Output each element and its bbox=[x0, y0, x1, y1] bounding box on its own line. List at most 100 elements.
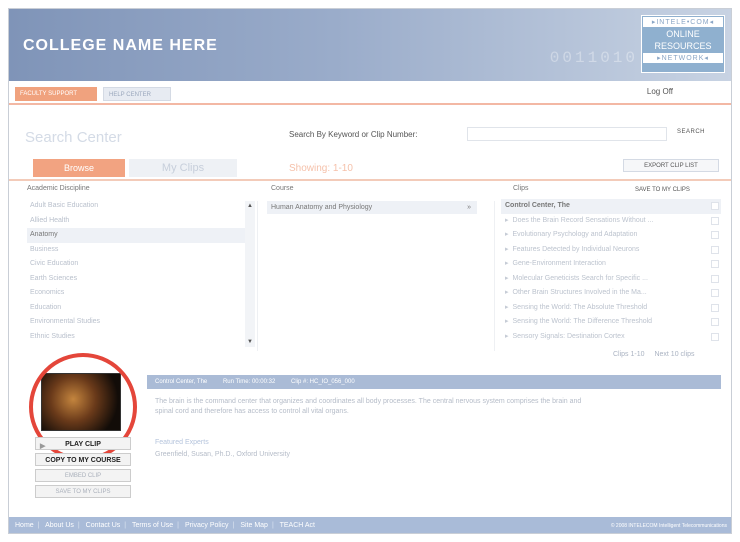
clip-checkbox[interactable] bbox=[711, 332, 719, 341]
clip-label: Sensing the World: The Difference Thresh… bbox=[512, 318, 653, 325]
logo-resources: RESOURCES bbox=[654, 41, 712, 51]
save-to-my-clips-button[interactable]: SAVE TO MY CLIPS bbox=[635, 187, 690, 193]
discipline-header: Academic Discipline bbox=[27, 185, 90, 192]
clip-label: Other Brain Structures Involved in the M… bbox=[512, 289, 647, 296]
search-label: Search By Keyword or Clip Number: bbox=[289, 130, 418, 139]
list-item[interactable]: Ethnic Studies bbox=[27, 330, 245, 345]
featured-experts-label: Featured Experts bbox=[155, 439, 209, 446]
clip-detail-bar: Control Center, The Run Time: 00:00:32 C… bbox=[147, 375, 721, 389]
copy-to-my-course-button[interactable]: COPY TO MY COURSE bbox=[35, 453, 131, 466]
clip-checkbox[interactable] bbox=[711, 274, 719, 283]
clips-header: Clips bbox=[513, 185, 529, 192]
logo-bottom: ▸NETWORK◂ bbox=[643, 53, 723, 63]
play-clip-label: PLAY CLIP bbox=[65, 441, 101, 448]
footer-link-terms[interactable]: Terms of Use bbox=[132, 522, 173, 529]
pager-range: Clips 1-10 bbox=[613, 351, 645, 358]
divider bbox=[9, 179, 731, 181]
tab-help-center[interactable]: HELP CENTER bbox=[103, 87, 171, 101]
list-item[interactable]: Earth Sciences bbox=[27, 272, 245, 287]
list-item[interactable]: Civic Education bbox=[27, 257, 245, 272]
list-item[interactable]: Economics bbox=[27, 286, 245, 301]
discipline-list: Adult Basic Education Allied Health Anat… bbox=[27, 199, 245, 344]
clip-item[interactable]: ▸ Molecular Geneticists Search for Specif… bbox=[501, 272, 721, 287]
clip-item[interactable]: ▸ Features Detected by Individual Neurons bbox=[501, 243, 721, 258]
footer-link-home[interactable]: Home bbox=[15, 522, 34, 529]
footer-link-sitemap[interactable]: Site Map bbox=[240, 522, 268, 529]
list-item-selected[interactable]: Anatomy bbox=[27, 228, 245, 243]
bullet-icon: ▸ bbox=[505, 332, 509, 340]
tab-browse[interactable]: Browse bbox=[33, 159, 125, 177]
list-item[interactable]: Allied Health bbox=[27, 214, 245, 229]
embed-clip-button[interactable]: EMBED CLIP bbox=[35, 469, 131, 482]
clip-checkbox[interactable] bbox=[711, 202, 719, 210]
scroll-up-icon[interactable]: ▲ bbox=[247, 203, 253, 209]
logoff-link[interactable]: Log Off bbox=[647, 87, 673, 96]
tab-my-clips[interactable]: My Clips bbox=[129, 159, 237, 177]
bullet-icon: ▸ bbox=[505, 274, 509, 282]
bullet-icon: ▸ bbox=[505, 289, 509, 296]
clip-description: The brain is the command center that org… bbox=[155, 398, 582, 415]
clip-checkbox[interactable] bbox=[711, 245, 719, 254]
site-footer: Home | About Us | Contact Us | Terms of Use… bbox=[9, 517, 731, 533]
pager: Clips 1-10 Next 10 clips bbox=[613, 351, 695, 358]
export-clip-list-button[interactable]: EXPORT CLIP LIST bbox=[623, 159, 719, 172]
app-frame: 0011010 COLLEGE NAME HERE ▸INTELE•COM◂ O… bbox=[8, 8, 732, 534]
clip-item[interactable]: ▸ Other Brain Structures Involved in the … bbox=[501, 286, 721, 301]
logo-online: ONLINE bbox=[666, 29, 700, 39]
clip-label: Sensory Signals: Destination Cortex bbox=[512, 332, 625, 340]
list-item[interactable]: Environmental Studies bbox=[27, 315, 245, 330]
page-title: Search Center bbox=[25, 129, 122, 146]
clip-title: Control Center, The bbox=[155, 379, 208, 385]
clip-item-selected[interactable]: Control Center, The bbox=[501, 199, 721, 214]
clip-number: Clip #: HC_IO_056_000 bbox=[290, 379, 355, 385]
list-item[interactable]: Adult Basic Education bbox=[27, 199, 245, 214]
bullet-icon: ▸ bbox=[505, 231, 509, 238]
play-clip-button[interactable]: ▶ PLAY CLIP bbox=[35, 437, 131, 450]
tab-faculty-support[interactable]: FACULTY SUPPORT bbox=[15, 87, 97, 101]
next-clips-link[interactable]: Next 10 clips bbox=[654, 351, 694, 358]
college-name: COLLEGE NAME HERE bbox=[23, 37, 218, 54]
expert-name: Greenfield, Susan, Ph.D., Oxford Univers… bbox=[155, 451, 290, 458]
play-icon: ▶ bbox=[40, 443, 46, 450]
list-item[interactable]: Education bbox=[27, 301, 245, 316]
clip-runtime: Run Time: 00:00:32 bbox=[222, 379, 276, 385]
clip-item[interactable]: ▸ Does the Brain Record Sensations Withou… bbox=[501, 214, 721, 229]
clip-item[interactable]: ▸ Evolutionary Psychology and Adaptation bbox=[501, 228, 721, 243]
clip-label: Features Detected by Individual Neurons bbox=[512, 245, 640, 253]
clip-checkbox[interactable] bbox=[711, 231, 719, 239]
discipline-scrollbar[interactable]: ▲ ▼ bbox=[245, 201, 255, 347]
footer-link-contact[interactable]: Contact Us bbox=[86, 522, 121, 529]
save-to-my-clips-bottom-button[interactable]: SAVE TO MY CLIPS bbox=[35, 485, 131, 498]
scroll-down-icon[interactable]: ▼ bbox=[247, 339, 253, 345]
footer-link-teach-act[interactable]: TEACH Act bbox=[280, 522, 315, 529]
bullet-icon: ▸ bbox=[505, 216, 509, 224]
header-digits: 0011010 bbox=[549, 49, 638, 67]
chevron-right-icon: » bbox=[467, 204, 471, 211]
copyright: © 2008 INTELECOM Intelligent Telecommuni… bbox=[610, 523, 727, 529]
clip-checkbox[interactable] bbox=[711, 260, 719, 268]
intelecom-logo: ▸INTELE•COM◂ ONLINE RESOURCES ▸NETWORK◂ bbox=[641, 15, 725, 73]
clip-label: Evolutionary Psychology and Adaptation bbox=[512, 231, 638, 238]
clip-label: Control Center, The bbox=[505, 202, 570, 209]
clip-checkbox[interactable] bbox=[711, 216, 719, 225]
clip-item[interactable]: ▸ Sensing the World: The Absolute Thresho… bbox=[501, 301, 721, 316]
footer-link-privacy[interactable]: Privacy Policy bbox=[185, 522, 229, 529]
course-item-selected[interactable]: Human Anatomy and Physiology » bbox=[267, 201, 477, 214]
clip-item[interactable]: ▸ Sensing the World: The Difference Thres… bbox=[501, 315, 721, 330]
list-item[interactable]: Business bbox=[27, 243, 245, 258]
course-list bbox=[257, 201, 495, 351]
clip-item[interactable]: ▸ Sensory Signals: Destination Cortex bbox=[501, 330, 721, 345]
showing-count: Showing: 1-10 bbox=[289, 163, 353, 174]
footer-link-about[interactable]: About Us bbox=[45, 522, 74, 529]
clip-checkbox[interactable] bbox=[711, 318, 719, 326]
bullet-icon: ▸ bbox=[505, 303, 509, 311]
clip-checkbox[interactable] bbox=[711, 289, 719, 297]
clips-list: Control Center, The ▸ Does the Brain Reco… bbox=[501, 199, 725, 344]
search-input[interactable] bbox=[467, 127, 667, 141]
search-button[interactable]: SEARCH bbox=[677, 129, 705, 135]
clip-checkbox[interactable] bbox=[711, 303, 719, 312]
site-header: 0011010 COLLEGE NAME HERE ▸INTELE•COM◂ O… bbox=[9, 9, 731, 81]
bullet-icon: ▸ bbox=[505, 318, 509, 325]
clip-item[interactable]: ▸ Gene-Environment Interaction bbox=[501, 257, 721, 272]
bullet-icon: ▸ bbox=[505, 260, 509, 267]
